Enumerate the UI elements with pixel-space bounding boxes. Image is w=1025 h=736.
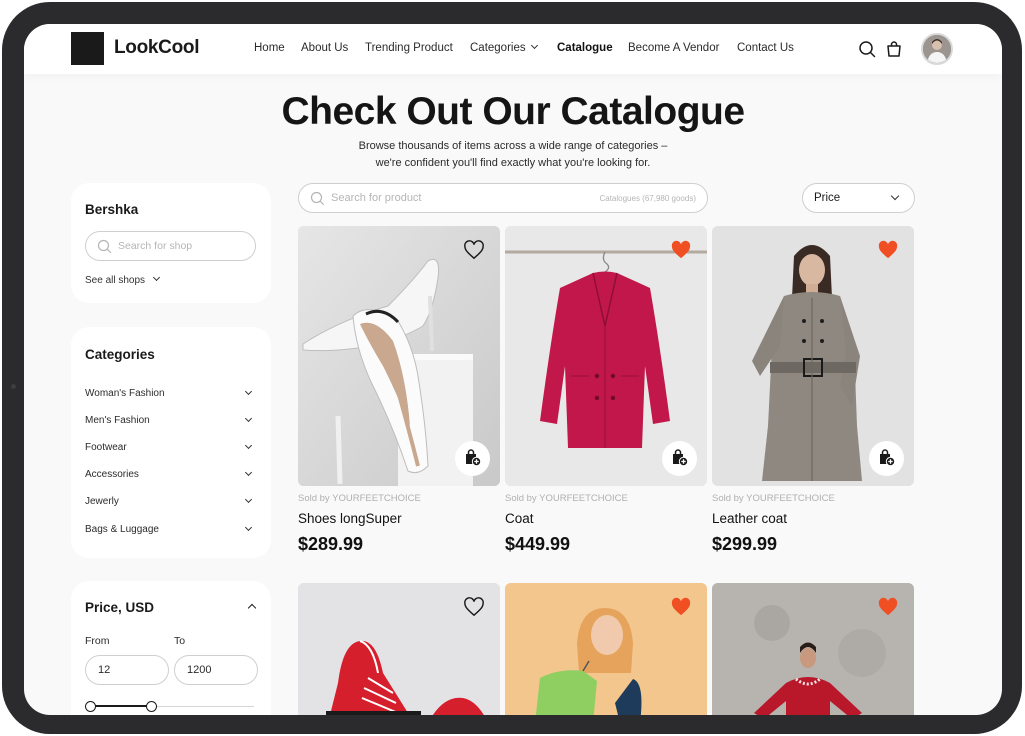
product-search-placeholder: Search for product (331, 192, 422, 204)
shop-search-input[interactable]: Search for shop (85, 231, 256, 261)
chevron-up-icon[interactable] (247, 603, 257, 613)
price-to-input[interactable]: 1200 (174, 655, 258, 685)
product-search-input[interactable]: Search for product Catalogues (67,980 go… (298, 183, 708, 213)
product-seller: Sold by YOURFEETCHOICE (505, 493, 628, 504)
chevron-down-icon (530, 41, 538, 50)
page-title: Check Out Our Catalogue (281, 90, 745, 133)
add-to-cart-button[interactable] (662, 441, 697, 476)
price-slider-min-handle[interactable] (85, 701, 96, 712)
nav-become-a-vendor[interactable]: Become A Vendor (628, 42, 719, 54)
price-slider-max-handle[interactable] (146, 701, 157, 712)
add-to-cart-button[interactable] (455, 441, 490, 476)
heart-outline-icon[interactable] (463, 240, 485, 260)
shop-title: Bershka (85, 202, 139, 217)
add-to-cart-button[interactable] (869, 441, 904, 476)
category-label: Accessories (85, 469, 139, 480)
product-image-red-dress[interactable] (712, 583, 914, 715)
product-image-coat[interactable] (505, 226, 707, 486)
product-price: $289.99 (298, 534, 364, 554)
product-name[interactable]: Leather coat (712, 511, 787, 526)
category-item-accessories[interactable]: Accessories (85, 468, 255, 480)
subtitle-line-2: we're confident you'll find exactly what… (375, 157, 651, 169)
chevron-down-icon (244, 441, 253, 450)
avatar[interactable] (921, 33, 953, 65)
product-image-shoes[interactable] (298, 226, 500, 486)
tablet-frame: LookCool Home About Us Trending Product … (2, 2, 1022, 734)
category-item-jewerly[interactable]: Jewerly (85, 495, 255, 507)
price-to-label: To (174, 635, 186, 647)
chevron-down-icon (244, 387, 253, 396)
chevron-down-icon (244, 523, 253, 532)
category-label: Jewerly (85, 496, 119, 507)
see-all-shops-label: See all shops (85, 275, 146, 286)
heart-filled-icon[interactable] (877, 597, 899, 617)
subtitle-line-1: Browse thousands of items across a wide … (358, 140, 668, 152)
heart-filled-icon[interactable] (670, 240, 692, 260)
chevron-down-icon (244, 495, 253, 504)
product-seller: Sold by YOURFEETCHOICE (712, 493, 835, 504)
search-icon (97, 239, 112, 254)
price-from-input[interactable]: 12 (85, 655, 169, 685)
price-from-label: From (85, 635, 110, 647)
logo-text[interactable]: LookCool (114, 37, 200, 59)
product-price: $449.99 (505, 534, 571, 554)
bag-plus-icon (880, 449, 896, 467)
page-subtitle: Browse thousands of items across a wide … (313, 138, 713, 172)
catalogue-count: Catalogues (67,980 goods) (599, 194, 696, 203)
bag-plus-icon (466, 449, 482, 467)
product-name[interactable]: Coat (505, 511, 534, 526)
top-nav-bar: LookCool Home About Us Trending Product … (24, 24, 1002, 74)
category-item-footwear[interactable]: Footwear (85, 441, 255, 453)
nav-categories[interactable]: Categories (470, 41, 538, 54)
shop-filter-card: Bershka Search for shop See all shops (71, 183, 271, 303)
search-icon (310, 191, 325, 206)
nav-home[interactable]: Home (254, 42, 285, 54)
category-label: Bags & Luggage (85, 524, 159, 535)
categories-card: Categories Woman's Fashion Men's Fashion… (71, 327, 271, 558)
heart-filled-icon[interactable] (670, 597, 692, 617)
product-image-leather-coat[interactable] (712, 226, 914, 486)
category-label: Footwear (85, 442, 127, 453)
bag-plus-icon (673, 449, 689, 467)
chevron-down-icon (244, 414, 253, 423)
category-label: Woman's Fashion (85, 388, 165, 399)
price-slider-range (90, 705, 151, 707)
nav-contact-us[interactable]: Contact Us (737, 42, 794, 54)
screen: LookCool Home About Us Trending Product … (24, 24, 1002, 715)
nav-categories-label: Categories (470, 42, 526, 54)
price-filter-card: Price, USD From To 12 1200 (71, 581, 271, 715)
category-item-womans-fashion[interactable]: Woman's Fashion (85, 387, 255, 399)
heart-outline-icon[interactable] (463, 597, 485, 617)
search-icon[interactable] (858, 40, 876, 58)
chevron-down-icon (244, 468, 253, 477)
sort-select-value: Price (814, 192, 841, 204)
product-price: $299.99 (712, 534, 778, 554)
category-item-bags-luggage[interactable]: Bags & Luggage (85, 523, 255, 535)
see-all-shops-link[interactable]: See all shops (85, 273, 161, 286)
heart-filled-icon[interactable] (877, 240, 899, 260)
nav-catalogue[interactable]: Catalogue (557, 42, 613, 54)
product-seller: Sold by YOURFEETCHOICE (298, 493, 421, 504)
chevron-down-icon (153, 273, 161, 282)
shopping-bag-icon[interactable] (885, 40, 903, 58)
shop-search-placeholder: Search for shop (118, 240, 193, 252)
chevron-down-icon (890, 191, 900, 201)
category-label: Men's Fashion (85, 415, 150, 426)
product-image-sneakers[interactable] (298, 583, 500, 715)
price-filter-title: Price, USD (85, 600, 155, 615)
category-item-mens-fashion[interactable]: Men's Fashion (85, 414, 255, 426)
product-name[interactable]: Shoes longSuper (298, 511, 402, 526)
logo-mark[interactable] (71, 32, 104, 65)
product-image-green-shirt[interactable] (505, 583, 707, 715)
categories-title: Categories (85, 347, 155, 362)
nav-trending-product[interactable]: Trending Product (365, 42, 453, 54)
nav-about-us[interactable]: About Us (301, 42, 348, 54)
sort-select[interactable]: Price (802, 183, 915, 213)
